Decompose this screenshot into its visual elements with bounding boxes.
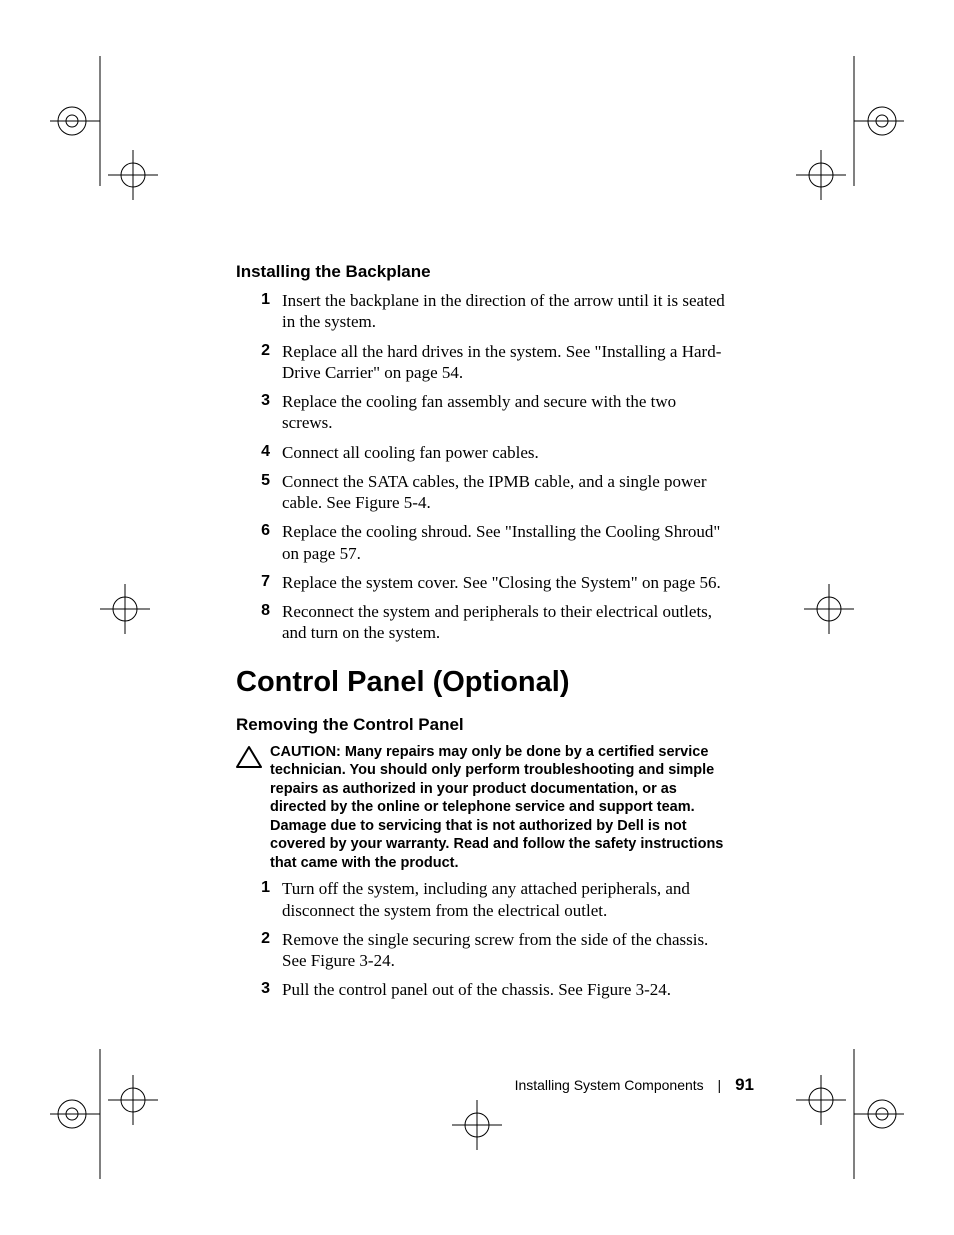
subheading-removing-control-panel: Removing the Control Panel [236, 715, 728, 735]
crosshair-icon [100, 584, 150, 634]
caution-text: CAUTION: Many repairs may only be done b… [270, 743, 728, 873]
list-item: 1 Insert the backplane in the direction … [236, 290, 728, 333]
step-text: Replace the cooling shroud. See "Install… [282, 521, 728, 564]
step-text: Reconnect the system and peripherals to … [282, 601, 728, 644]
list-item: 6 Replace the cooling shroud. See "Insta… [236, 521, 728, 564]
step-text: Connect all cooling fan power cables. [282, 442, 728, 463]
step-text: Pull the control panel out of the chassi… [282, 979, 728, 1000]
footer-chapter: Installing System Components [515, 1077, 704, 1093]
crosshair-icon [108, 150, 158, 200]
step-number: 8 [236, 601, 282, 621]
steps-list-control-panel: 1 Turn off the system, including any att… [236, 878, 728, 1000]
caution-triangle-icon [236, 743, 270, 774]
page: Installing the Backplane 1 Insert the ba… [0, 0, 954, 1235]
list-item: 4 Connect all cooling fan power cables. [236, 442, 728, 463]
list-item: 2 Replace all the hard drives in the sys… [236, 341, 728, 384]
footer-divider: | [718, 1077, 722, 1093]
step-number: 2 [236, 341, 282, 361]
subheading-installing-backplane: Installing the Backplane [236, 262, 728, 282]
footer-page-number: 91 [735, 1075, 754, 1094]
list-item: 3 Replace the cooling fan assembly and s… [236, 391, 728, 434]
registration-mark-icon [50, 1049, 150, 1179]
step-text: Insert the backplane in the direction of… [282, 290, 728, 333]
registration-mark-icon [804, 1049, 904, 1179]
list-item: 7 Replace the system cover. See "Closing… [236, 572, 728, 593]
step-number: 7 [236, 572, 282, 592]
caution-body: Many repairs may only be done by a certi… [270, 744, 723, 871]
page-footer: Installing System Components | 91 [0, 1075, 954, 1095]
crosshair-icon [796, 150, 846, 200]
registration-mark-icon [804, 56, 904, 186]
step-number: 4 [236, 442, 282, 462]
step-number: 1 [236, 878, 282, 898]
step-number: 1 [236, 290, 282, 310]
step-text: Remove the single securing screw from th… [282, 929, 728, 972]
step-number: 3 [236, 391, 282, 411]
list-item: 3 Pull the control panel out of the chas… [236, 979, 728, 1000]
list-item: 1 Turn off the system, including any att… [236, 878, 728, 921]
step-number: 3 [236, 979, 282, 999]
crosshair-icon [804, 584, 854, 634]
step-text: Turn off the system, including any attac… [282, 878, 728, 921]
section-title-control-panel: Control Panel (Optional) [236, 666, 728, 699]
registration-mark-icon [50, 56, 150, 186]
steps-list-backplane: 1 Insert the backplane in the direction … [236, 290, 728, 644]
caution-block: CAUTION: Many repairs may only be done b… [236, 743, 728, 873]
list-item: 8 Reconnect the system and peripherals t… [236, 601, 728, 644]
list-item: 2 Remove the single securing screw from … [236, 929, 728, 972]
caution-label: CAUTION: [270, 744, 345, 760]
crosshair-icon [452, 1100, 502, 1150]
list-item: 5 Connect the SATA cables, the IPMB cabl… [236, 471, 728, 514]
content-area: Installing the Backplane 1 Insert the ba… [236, 262, 728, 1009]
step-text: Connect the SATA cables, the IPMB cable,… [282, 471, 728, 514]
step-number: 5 [236, 471, 282, 491]
step-number: 6 [236, 521, 282, 541]
step-text: Replace all the hard drives in the syste… [282, 341, 728, 384]
step-text: Replace the system cover. See "Closing t… [282, 572, 728, 593]
step-number: 2 [236, 929, 282, 949]
step-text: Replace the cooling fan assembly and sec… [282, 391, 728, 434]
